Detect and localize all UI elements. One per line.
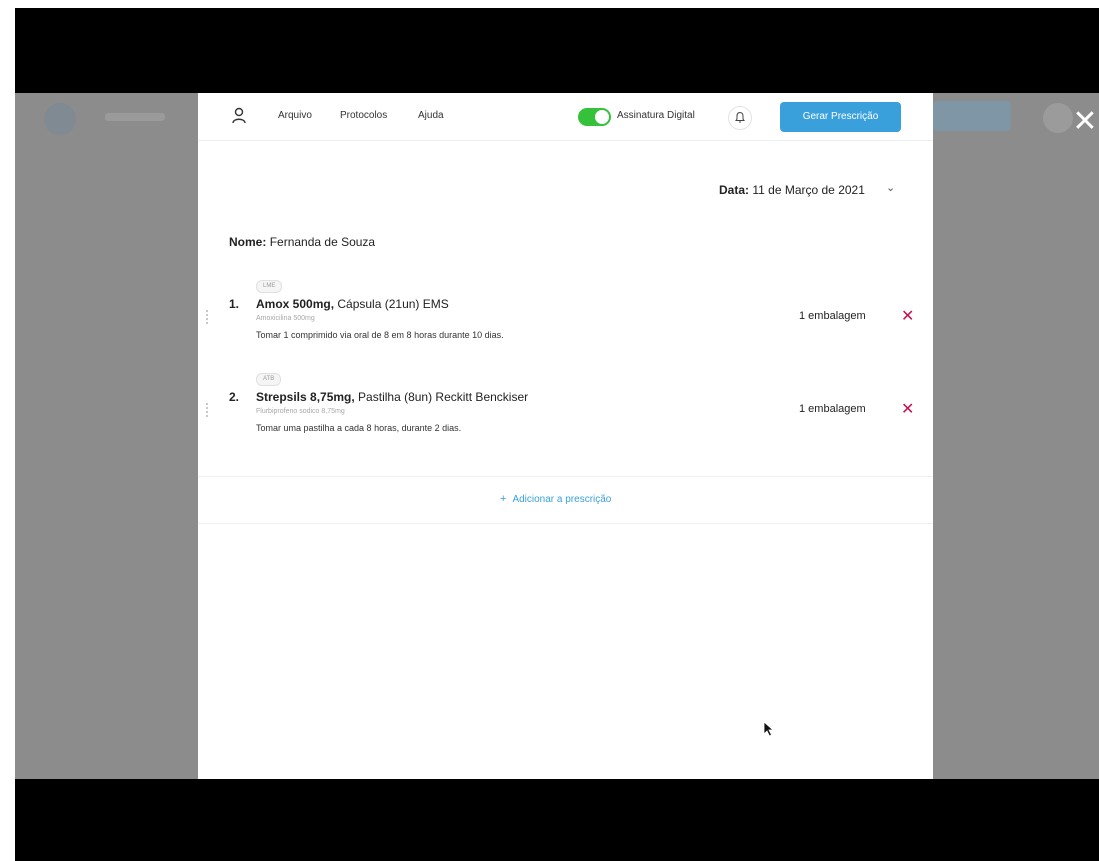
add-to-prescription-label: Adicionar a prescrição	[512, 494, 612, 505]
item-drug-name: Strepsils 8,75mg,	[256, 390, 355, 404]
user-icon[interactable]	[230, 107, 248, 125]
item-generic: Amoxicilina 500mg	[256, 315, 315, 322]
chevron-down-icon[interactable]: ⌄	[886, 181, 895, 194]
cursor-icon	[763, 721, 775, 737]
add-row: + Adicionar a prescrição	[198, 476, 933, 524]
item-drug-detail: Pastilha (8un) Reckitt Benckiser	[354, 390, 529, 404]
date-value: 11 de Março de 2021	[752, 183, 865, 197]
date-selector[interactable]: Data: 11 de Março de 2021	[719, 183, 865, 197]
remove-icon[interactable]: ✕	[901, 306, 914, 325]
item-quantity[interactable]: 1 embalagem	[799, 403, 866, 415]
background-avatar	[1043, 103, 1073, 133]
item-number: 2.	[229, 390, 240, 404]
item-drug-name: Amox 500mg,	[256, 297, 335, 311]
item-number: 1.	[229, 297, 240, 311]
background-text	[105, 113, 165, 121]
remove-icon[interactable]: ✕	[901, 399, 914, 418]
item-instructions: Tomar uma pastilha a cada 8 horas, duran…	[256, 423, 462, 433]
item-drug-detail: Cápsula (21un) EMS	[334, 297, 449, 311]
notifications-button[interactable]	[728, 106, 752, 130]
generate-prescription-button[interactable]: Gerar Prescrição	[780, 102, 901, 132]
date-label: Data:	[719, 183, 750, 197]
prescription-item: LME 1. Amox 500mg, Cápsula (21un) EMS Am…	[198, 280, 933, 368]
item-instructions: Tomar 1 comprimido via oral de 8 em 8 ho…	[256, 330, 504, 340]
add-to-prescription-link[interactable]: + Adicionar a prescrição	[500, 493, 611, 505]
plus-icon: +	[500, 493, 507, 505]
item-drug: Amox 500mg, Cápsula (21un) EMS	[256, 297, 449, 311]
patient-name: Nome: Fernanda de Souza	[229, 235, 375, 249]
modal-topbar: Arquivo Protocolos Ajuda Assinatura Digi…	[198, 93, 933, 141]
toggle-knob	[595, 110, 609, 124]
item-generic: Flurbiprofeno sodico 8,75mg	[256, 408, 345, 415]
nav-arquivo[interactable]: Arquivo	[278, 110, 312, 121]
patient-name-value: Fernanda de Souza	[269, 235, 376, 249]
drag-handle[interactable]	[206, 403, 210, 417]
prescription-item: ATB 2. Strepsils 8,75mg, Pastilha (8un) …	[198, 373, 933, 461]
digital-signature-toggle[interactable]	[578, 108, 611, 126]
background-button	[933, 101, 1011, 131]
nav-ajuda[interactable]: Ajuda	[418, 110, 444, 121]
close-icon[interactable]: ✕	[1070, 107, 1099, 137]
item-tag: ATB	[256, 373, 282, 386]
background-logo	[44, 103, 76, 135]
patient-name-label: Nome:	[229, 235, 267, 249]
prescription-modal: Arquivo Protocolos Ajuda Assinatura Digi…	[198, 93, 933, 779]
item-tag: LME	[256, 280, 283, 293]
item-drug: Strepsils 8,75mg, Pastilha (8un) Reckitt…	[256, 390, 528, 404]
bell-icon	[735, 111, 745, 123]
item-quantity[interactable]: 1 embalagem	[799, 310, 866, 322]
drag-handle[interactable]	[206, 310, 210, 324]
digital-signature-label: Assinatura Digital	[617, 110, 695, 121]
nav-protocolos[interactable]: Protocolos	[340, 110, 387, 121]
